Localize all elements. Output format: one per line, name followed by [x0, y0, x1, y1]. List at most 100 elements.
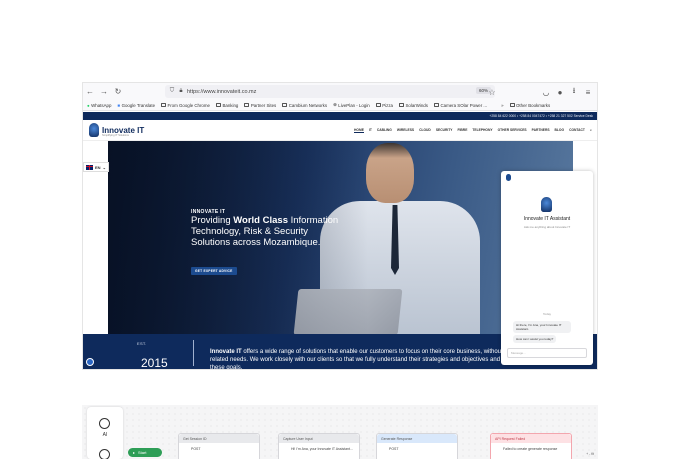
- bookmark-folder[interactable]: From Google Chrome: [161, 103, 210, 108]
- search-icon[interactable]: ⌕: [590, 128, 592, 133]
- folder-icon: [282, 103, 288, 107]
- hero-person-head: [366, 143, 414, 203]
- ai-label: AI: [102, 432, 108, 438]
- language-label: EN: [95, 164, 101, 170]
- browser-window: ← → ↻ ⛉ 🔒︎ https://www.innovateit.co.mz …: [82, 82, 598, 370]
- est-year: 2015: [141, 356, 168, 370]
- zoom-controls[interactable]: + - fit: [586, 452, 594, 456]
- assistant-subtitle: Ask me anything about Innovate IT: [523, 225, 571, 229]
- contact-numbers: +258 84 622 0000 • +258 84 0047472 • +25…: [489, 113, 593, 118]
- bookmark-star-icon[interactable]: ☆: [485, 85, 499, 99]
- globe-icon: ⊕: [333, 102, 337, 107]
- bookmark-folder[interactable]: Cambium Networks: [282, 103, 327, 108]
- menu-item-partners[interactable]: PARTNERS: [532, 128, 550, 133]
- bookmark-folder[interactable]: Camera SOlar Power ...: [433, 103, 487, 108]
- account-icon[interactable]: ●: [553, 85, 567, 99]
- workflow-canvas[interactable]: AI ▸ Start Get Session ID POST Capture Us…: [82, 405, 598, 459]
- est-label: EST.: [137, 341, 147, 346]
- workflow-node[interactable]: Capture User Input Hi! I'm Ana, your Inn…: [278, 433, 360, 459]
- openai-icon[interactable]: [99, 418, 110, 429]
- lock-icon: 🔒︎: [179, 88, 183, 94]
- folder-icon: [375, 103, 381, 107]
- pocket-icon[interactable]: ◡: [539, 85, 553, 99]
- bookmark-translate[interactable]: ■ Google Translate: [117, 103, 155, 108]
- folder-icon: [244, 103, 250, 107]
- url-bar[interactable]: ⛉ 🔒︎ https://www.innovateit.co.mz 60%: [165, 85, 495, 98]
- bookmark-folder[interactable]: Banking: [215, 103, 238, 108]
- chevron-down-icon: ⌄: [102, 164, 106, 170]
- back-icon[interactable]: ←: [83, 85, 97, 99]
- forward-icon[interactable]: →: [97, 85, 111, 99]
- translate-icon: ■: [117, 102, 121, 108]
- bookmark-folder[interactable]: Partner Sites: [244, 103, 276, 108]
- menu-item-blog[interactable]: BLOG: [555, 128, 565, 133]
- assistant-name: Innovate IT Assistant: [523, 216, 571, 222]
- menu-item-other-services[interactable]: OTHER SERVICES: [498, 128, 527, 133]
- bookmark-folder[interactable]: Pizza: [375, 103, 393, 108]
- uk-flag-icon: [86, 164, 93, 170]
- start-label: Start: [138, 450, 147, 455]
- node-title: Generate Response: [377, 434, 457, 443]
- band-divider: [193, 340, 194, 366]
- menu-item-security[interactable]: SECURITY: [436, 128, 453, 133]
- bookmark-liveplan[interactable]: ⊕ LivePlan - Login: [333, 102, 370, 108]
- lightbulb-logo-icon: [89, 123, 99, 137]
- chat-widget: Innovate IT Assistant Ask me anything ab…: [501, 171, 593, 365]
- logo-tagline: Simplifying IT Solutions: [102, 134, 129, 137]
- menu-item-cabling[interactable]: CABLING: [377, 128, 392, 133]
- node-body: POST: [191, 447, 201, 451]
- folder-icon: [161, 103, 167, 107]
- bookmarks-bar: ● WhatsApp ■ Google Translate From Google …: [83, 100, 597, 111]
- workflow-sidebar: AI: [87, 407, 123, 459]
- menu-item-telephony[interactable]: TELEPHONY: [472, 128, 492, 133]
- chat-date-label: Today: [542, 312, 551, 316]
- play-icon: ▸: [133, 450, 136, 455]
- menu-item-wireless[interactable]: WIRELESS: [397, 128, 414, 133]
- start-node[interactable]: ▸ Start: [128, 448, 162, 457]
- language-selector[interactable]: EN ⌄: [83, 162, 109, 172]
- folder-icon: [509, 103, 515, 107]
- workflow-node[interactable]: Get Session ID POST: [178, 433, 260, 459]
- node-body: Hi! I'm Ana, your Innovate IT Assistant.…: [291, 447, 353, 451]
- history-icon[interactable]: [99, 449, 110, 459]
- bookmark-folder[interactable]: SolarWinds: [399, 103, 428, 108]
- folder-icon: [215, 103, 221, 107]
- node-title: API Request Failed: [491, 434, 571, 443]
- browser-toolbar: ← → ↻ ⛉ 🔒︎ https://www.innovateit.co.mz …: [83, 83, 597, 100]
- assistant-avatar-icon: [541, 197, 552, 212]
- expert-advice-button[interactable]: GET EXPERT ADVICE: [191, 267, 237, 275]
- chat-input-placeholder: Message...: [511, 351, 526, 355]
- site-nav: Innovate IT Simplifying IT Solutions HOM…: [83, 120, 597, 141]
- chat-message: Hi there, I'm Ana, your Innovate IT Assi…: [513, 321, 571, 333]
- downloads-icon[interactable]: ⭳: [567, 85, 581, 99]
- chat-input[interactable]: Message...: [507, 348, 587, 358]
- node-title: Get Session ID: [179, 434, 259, 443]
- main-menu: HOME IT CABLING WIRELESS CLOUD SECURITY …: [354, 128, 592, 133]
- reload-icon[interactable]: ↻: [111, 85, 125, 99]
- url-text: https://www.innovateit.co.mz: [187, 88, 257, 95]
- hero-title: Providing World Class Information Techno…: [191, 215, 339, 248]
- node-body: POST: [389, 447, 399, 451]
- folder-icon: [399, 103, 404, 107]
- bookmark-overflow-icon[interactable]: »: [501, 103, 503, 108]
- bookmark-whatsapp[interactable]: ● WhatsApp: [87, 103, 111, 108]
- site-logo[interactable]: Innovate IT Simplifying IT Solutions: [89, 123, 144, 137]
- workflow-node[interactable]: Generate Response POST: [376, 433, 458, 459]
- whatsapp-icon: ●: [87, 102, 90, 108]
- shield-icon: ⛉: [169, 88, 175, 94]
- menu-icon[interactable]: ≡: [581, 85, 595, 99]
- menu-item-cloud[interactable]: CLOUD: [419, 128, 431, 133]
- node-body: Failed to create generate response: [503, 447, 558, 451]
- menu-item-contact[interactable]: CONTACT: [569, 128, 585, 133]
- menu-item-it[interactable]: IT: [369, 128, 372, 133]
- menu-item-fibre[interactable]: FIBRE: [458, 128, 468, 133]
- site-topbar: +258 84 622 0000 • +258 84 0047472 • +25…: [83, 112, 597, 120]
- node-title: Capture User Input: [279, 434, 359, 443]
- folder-icon: [433, 103, 439, 107]
- menu-item-home[interactable]: HOME: [354, 128, 364, 133]
- chat-header-avatar-icon: [506, 174, 511, 181]
- bookmark-other[interactable]: Other Bookmarks: [509, 103, 550, 108]
- accessibility-icon[interactable]: [86, 358, 94, 366]
- workflow-node-error[interactable]: API Request Failed Failed to create gene…: [490, 433, 572, 459]
- chat-message: How can I assist you today?: [513, 335, 557, 343]
